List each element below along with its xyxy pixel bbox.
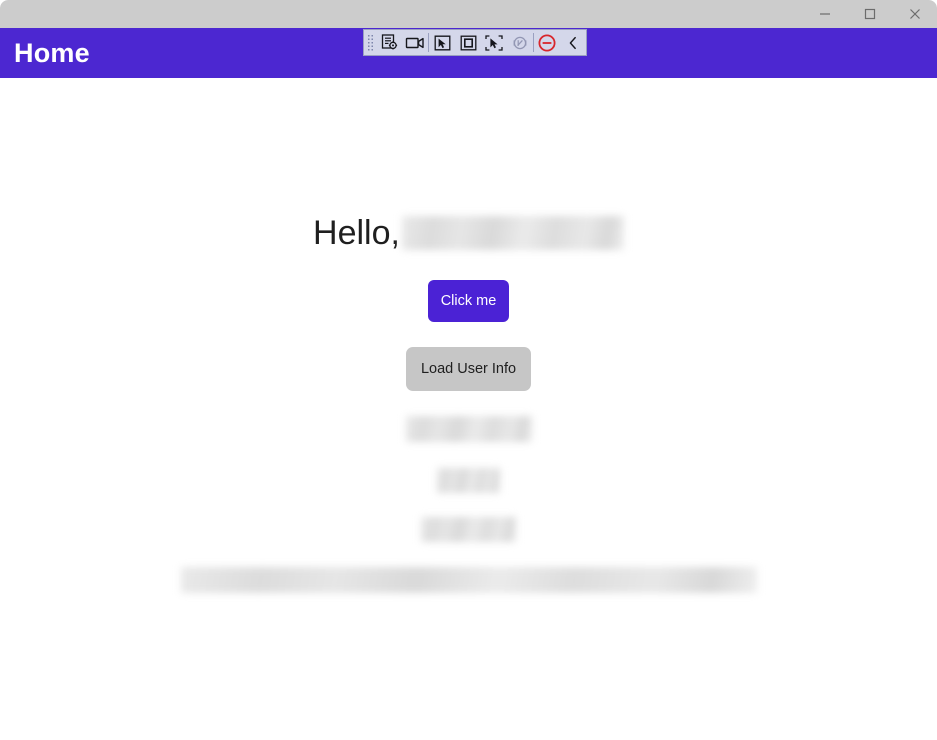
drag-dots-icon xyxy=(366,34,374,51)
greeting-username-redacted xyxy=(401,216,624,250)
toolbar-stop-button[interactable] xyxy=(534,30,560,55)
user-info-wide-bar xyxy=(180,567,757,593)
main-content: Hello, Click me Load User Info xyxy=(0,78,937,740)
page-title: Home xyxy=(14,37,90,68)
toolbar-select-element-button[interactable] xyxy=(481,30,507,55)
minimize-icon xyxy=(819,8,831,20)
user-info-line-2 xyxy=(437,468,500,493)
video-camera-icon xyxy=(405,35,425,51)
computer-use-toolbar[interactable] xyxy=(363,29,587,56)
toolbar-drag-handle[interactable] xyxy=(364,30,376,55)
user-info-line-1 xyxy=(405,416,532,442)
toolbar-record-button[interactable] xyxy=(402,30,428,55)
toolbar-pause-button[interactable] xyxy=(507,30,533,55)
window-maximize-button[interactable] xyxy=(847,0,892,28)
close-icon xyxy=(909,8,921,20)
chevron-left-icon xyxy=(566,35,580,51)
user-info-line-3 xyxy=(421,517,516,542)
toolbar-collapse-button[interactable] xyxy=(560,30,586,55)
toolbar-select-region-button[interactable] xyxy=(455,30,481,55)
toolbar-task-settings-button[interactable] xyxy=(376,30,402,55)
window-close-button[interactable] xyxy=(892,0,937,28)
maximize-icon xyxy=(864,8,876,20)
window-minimize-button[interactable] xyxy=(802,0,847,28)
stop-circle-icon xyxy=(537,33,557,53)
pause-circle-icon xyxy=(511,34,529,52)
cursor-region-icon xyxy=(484,34,504,52)
app-window: Home Hello, Click me Load User Info xyxy=(0,0,937,740)
click-me-button[interactable]: Click me xyxy=(428,280,509,322)
document-settings-icon xyxy=(380,33,399,52)
window-titlebar[interactable] xyxy=(0,0,937,28)
window-corner-mask xyxy=(0,728,937,740)
toolbar-select-cursor-button[interactable] xyxy=(429,30,455,55)
load-user-info-button[interactable]: Load User Info xyxy=(406,347,531,391)
greeting-prefix: Hello, xyxy=(313,214,400,252)
cursor-select-icon xyxy=(433,34,452,52)
square-select-icon xyxy=(459,34,478,52)
greeting: Hello, xyxy=(313,216,624,250)
